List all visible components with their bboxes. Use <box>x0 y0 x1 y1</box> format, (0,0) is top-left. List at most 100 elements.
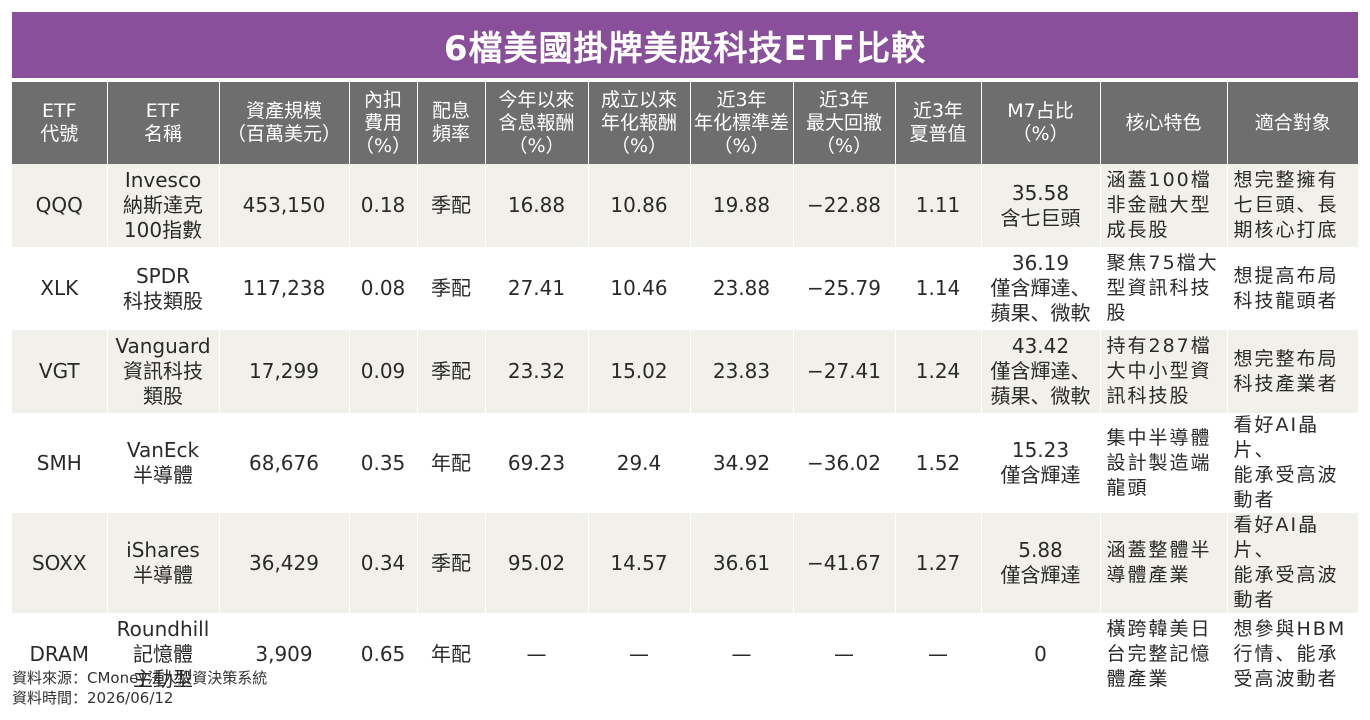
cell-max-drawdown: −36.02 <box>793 413 896 513</box>
cell-since-inception: 29.4 <box>588 413 691 513</box>
cell-aum: 17,299 <box>219 330 350 413</box>
data-time-note: 資料時間：2026/06/12 <box>12 689 174 707</box>
cell-feature: 涵蓋100檔 非金融大型 成長股 <box>1100 164 1228 247</box>
cell-name: Vanguard 資訊科技 類股 <box>107 330 220 413</box>
cell-sharpe: 1.14 <box>895 247 982 330</box>
cell-ytd: 16.88 <box>485 164 589 247</box>
cell-frequency: 季配 <box>417 164 486 247</box>
header-etf-code: ETF 代號 <box>12 82 108 164</box>
cell-std-dev: 23.88 <box>690 247 794 330</box>
cell-max-drawdown: −22.88 <box>793 164 896 247</box>
table-row: SOXX iShares 半導體 36,429 0.34 季配 95.02 14… <box>12 513 1358 613</box>
cell-m7: 36.19 僅含輝達、 蘋果、微軟 <box>981 247 1101 330</box>
cell-feature: 持有287檔 大中小型資 訊科技股 <box>1100 330 1228 413</box>
cell-fee: 0.34 <box>349 513 418 613</box>
cell-code: SOXX <box>12 513 108 613</box>
cell-std-dev: — <box>690 613 794 696</box>
cell-audience: 看好AI晶片、 能承受高波 動者 <box>1227 413 1358 513</box>
cell-aum: 453,150 <box>219 164 350 247</box>
cell-m7: 43.42 僅含輝達、 蘋果、微軟 <box>981 330 1101 413</box>
cell-aum: 68,676 <box>219 413 350 513</box>
cell-ytd: 23.32 <box>485 330 589 413</box>
cell-since-inception: 15.02 <box>588 330 691 413</box>
cell-audience: 想提高布局 科技龍頭者 <box>1227 247 1358 330</box>
cell-std-dev: 19.88 <box>690 164 794 247</box>
cell-ytd: 95.02 <box>485 513 589 613</box>
cell-frequency: 季配 <box>417 247 486 330</box>
header-3y-sharpe: 近3年 夏普值 <box>895 82 982 164</box>
cell-name: VanEck 半導體 <box>107 413 220 513</box>
cell-ytd: 69.23 <box>485 413 589 513</box>
cell-audience: 想完整布局 科技產業者 <box>1227 330 1358 413</box>
footer-notes: 資料來源：CMoney法人投資決策系統 資料時間：2026/06/12 <box>12 668 267 708</box>
header-core-features: 核心特色 <box>1100 82 1228 164</box>
etf-comparison-table: ETF 代號 ETF 名稱 資產規模 （百萬美元） 內扣 費用 （%） 配息 頻… <box>12 82 1358 696</box>
header-annualized-since-inception: 成立以來 年化報酬 （%） <box>588 82 691 164</box>
page-title: 6檔美國掛牌美股科技ETF比較 <box>443 28 927 69</box>
cell-code: XLK <box>12 247 108 330</box>
cell-frequency: 年配 <box>417 613 486 696</box>
cell-name: SPDR 科技類股 <box>107 247 220 330</box>
cell-fee: 0.09 <box>349 330 418 413</box>
header-3y-std-dev: 近3年 年化標準差 （%） <box>690 82 794 164</box>
cell-audience: 想完整擁有 七巨頭、長 期核心打底 <box>1227 164 1358 247</box>
cell-ytd: 27.41 <box>485 247 589 330</box>
cell-max-drawdown: −25.79 <box>793 247 896 330</box>
cell-feature: 聚焦75檔大 型資訊科技 股 <box>1100 247 1228 330</box>
cell-sharpe: 1.27 <box>895 513 982 613</box>
cell-code: QQQ <box>12 164 108 247</box>
cell-since-inception: 14.57 <box>588 513 691 613</box>
table-row: QQQ Invesco 納斯達克 100指數 453,150 0.18 季配 1… <box>12 164 1358 247</box>
header-3y-max-drawdown: 近3年 最大回撤 （%） <box>793 82 896 164</box>
cell-sharpe: 1.24 <box>895 330 982 413</box>
cell-code: SMH <box>12 413 108 513</box>
data-source-note: 資料來源：CMoney法人投資決策系統 <box>12 669 268 687</box>
cell-max-drawdown: −27.41 <box>793 330 896 413</box>
table-row: VGT Vanguard 資訊科技 類股 17,299 0.09 季配 23.3… <box>12 330 1358 413</box>
cell-feature: 橫跨韓美日 台完整記憶 體產業 <box>1100 613 1228 696</box>
cell-since-inception: — <box>588 613 691 696</box>
cell-m7: 35.58 含七巨頭 <box>981 164 1101 247</box>
title-banner: 6檔美國掛牌美股科技ETF比較 <box>12 12 1358 78</box>
cell-ytd: — <box>485 613 589 696</box>
cell-fee: 0.35 <box>349 413 418 513</box>
cell-aum: 117,238 <box>219 247 350 330</box>
cell-since-inception: 10.86 <box>588 164 691 247</box>
cell-fee: 0.65 <box>349 613 418 696</box>
cell-sharpe: — <box>895 613 982 696</box>
cell-code: VGT <box>12 330 108 413</box>
cell-std-dev: 34.92 <box>690 413 794 513</box>
header-aum: 資產規模 （百萬美元） <box>219 82 350 164</box>
cell-sharpe: 1.11 <box>895 164 982 247</box>
cell-m7: 0 <box>981 613 1101 696</box>
cell-feature: 集中半導體 設計製造端 龍頭 <box>1100 413 1228 513</box>
header-dividend-frequency: 配息 頻率 <box>417 82 486 164</box>
cell-sharpe: 1.52 <box>895 413 982 513</box>
cell-frequency: 季配 <box>417 513 486 613</box>
table-header-row: ETF 代號 ETF 名稱 資產規模 （百萬美元） 內扣 費用 （%） 配息 頻… <box>12 82 1358 164</box>
cell-std-dev: 36.61 <box>690 513 794 613</box>
header-target-investors: 適合對象 <box>1227 82 1358 164</box>
cell-frequency: 年配 <box>417 413 486 513</box>
cell-audience: 想參與HBM 行情、能承 受高波動者 <box>1227 613 1358 696</box>
header-m7-weight: M7占比 （%） <box>981 82 1101 164</box>
cell-name: Invesco 納斯達克 100指數 <box>107 164 220 247</box>
cell-since-inception: 10.46 <box>588 247 691 330</box>
table-row: XLK SPDR 科技類股 117,238 0.08 季配 27.41 10.4… <box>12 247 1358 330</box>
header-expense-ratio: 內扣 費用 （%） <box>349 82 418 164</box>
cell-std-dev: 23.83 <box>690 330 794 413</box>
cell-feature: 涵蓋整體半 導體產業 <box>1100 513 1228 613</box>
cell-max-drawdown: — <box>793 613 896 696</box>
cell-name: iShares 半導體 <box>107 513 220 613</box>
cell-audience: 看好AI晶片、 能承受高波 動者 <box>1227 513 1358 613</box>
cell-fee: 0.08 <box>349 247 418 330</box>
cell-m7: 15.23 僅含輝達 <box>981 413 1101 513</box>
header-etf-name: ETF 名稱 <box>107 82 220 164</box>
table-row: SMH VanEck 半導體 68,676 0.35 年配 69.23 29.4… <box>12 413 1358 513</box>
cell-fee: 0.18 <box>349 164 418 247</box>
cell-aum: 36,429 <box>219 513 350 613</box>
cell-max-drawdown: −41.67 <box>793 513 896 613</box>
cell-frequency: 季配 <box>417 330 486 413</box>
cell-m7: 5.88 僅含輝達 <box>981 513 1101 613</box>
header-ytd-return: 今年以來 含息報酬 （%） <box>485 82 589 164</box>
